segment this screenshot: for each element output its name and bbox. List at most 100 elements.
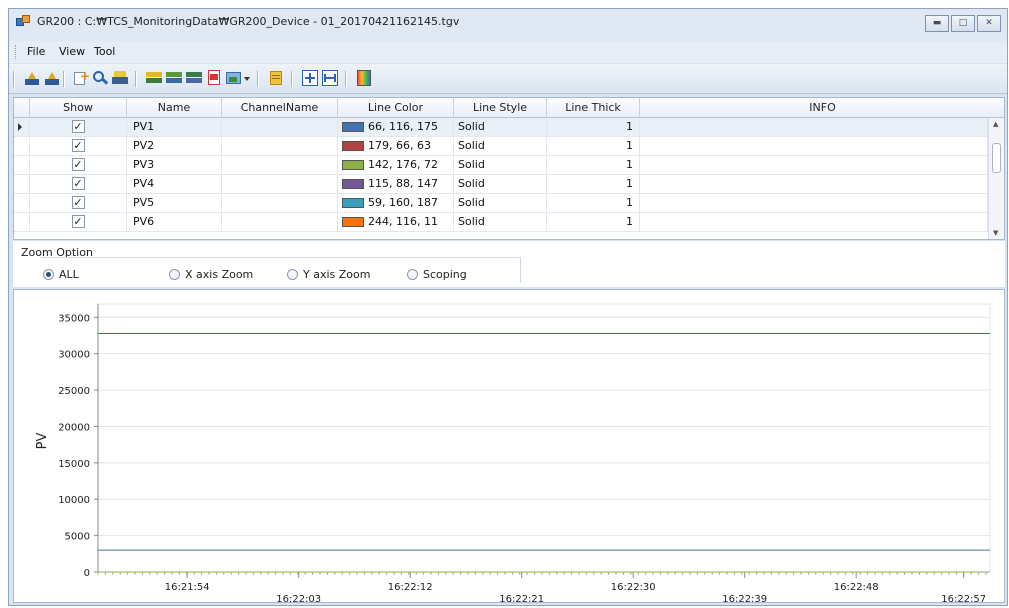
table-row[interactable]: ✓ PV5 59, 160, 187 Solid 1 [14,194,988,213]
row-indicator[interactable] [14,194,30,213]
cell-name[interactable]: PV1 [127,118,222,137]
cell-name[interactable]: PV3 [127,156,222,175]
cell-line-style[interactable]: Solid [454,194,547,213]
cell-name[interactable]: PV4 [127,175,222,194]
image-dropdown-icon[interactable] [225,69,251,87]
cell-line-color[interactable]: 115, 88, 147 [338,175,454,194]
print-icon[interactable] [111,69,129,87]
add-icon[interactable]: + [71,69,90,87]
cell-line-color[interactable]: 179, 66, 63 [338,137,454,156]
cell-line-thick[interactable]: 1 [547,213,640,232]
scroll-down-icon[interactable]: ▼ [993,229,998,237]
list-icon[interactable] [267,69,285,87]
row-indicator[interactable] [14,175,30,194]
close-button[interactable]: ✕ [977,15,1001,32]
menu-view[interactable]: View [59,45,85,58]
show-checkbox[interactable]: ✓ [71,158,85,171]
channel-set-icon[interactable] [145,69,163,87]
show-checkbox[interactable]: ✓ [71,215,85,228]
cell-line-style[interactable]: Solid [454,213,547,232]
cell-line-thick[interactable]: 1 [547,156,640,175]
row-indicator[interactable] [14,137,30,156]
channel-export-icon[interactable] [165,69,183,87]
minimize-button[interactable]: ▬ [925,15,949,32]
column-header-line-style[interactable]: Line Style [454,98,547,118]
cell-channelname[interactable] [222,118,338,137]
cell-info[interactable] [640,194,988,213]
color-palette-icon[interactable] [355,69,373,87]
channel-import-icon[interactable] [185,69,203,87]
radio-x-axis-zoom[interactable]: X axis Zoom [169,268,253,282]
radio-y-dot[interactable] [287,269,298,280]
radio-scoping-dot[interactable] [407,269,418,280]
pdf-icon[interactable] [205,69,223,87]
table-row[interactable]: ✓ PV6 244, 116, 11 Solid 1 [14,213,988,232]
cell-info[interactable] [640,175,988,194]
show-checkbox[interactable]: ✓ [71,196,85,209]
cell-info[interactable] [640,118,988,137]
cell-line-thick[interactable]: 1 [547,175,640,194]
cell-info[interactable] [640,137,988,156]
grid-scrollbar[interactable]: ▲ ▼ [988,118,1004,239]
row-indicator[interactable] [14,118,30,137]
scroll-up-icon[interactable]: ▲ [993,120,998,128]
cell-info[interactable] [640,213,988,232]
column-header-line-thick[interactable]: Line Thick [547,98,640,118]
horizontal-fit-icon[interactable] [321,69,339,87]
cell-channelname[interactable] [222,194,338,213]
cell-show[interactable]: ✓ [30,194,127,213]
cell-line-style[interactable]: Solid [454,137,547,156]
column-header-channelname[interactable]: ChannelName [222,98,338,118]
menu-tool[interactable]: Tool [94,45,115,58]
column-header-info[interactable]: INFO [640,98,1004,118]
maximize-button[interactable]: □ [951,15,975,32]
menu-file[interactable]: File [27,45,45,58]
show-checkbox[interactable]: ✓ [71,177,85,190]
cell-show[interactable]: ✓ [30,175,127,194]
cell-line-thick[interactable]: 1 [547,137,640,156]
cell-line-thick[interactable]: 1 [547,194,640,213]
cell-show[interactable]: ✓ [30,118,127,137]
cell-line-color[interactable]: 59, 160, 187 [338,194,454,213]
table-row[interactable]: ✓ PV2 179, 66, 63 Solid 1 [14,137,988,156]
search-icon[interactable] [91,69,109,87]
cell-name[interactable]: PV5 [127,194,222,213]
cell-line-style[interactable]: Solid [454,175,547,194]
radio-x-dot[interactable] [169,269,180,280]
cell-info[interactable] [640,156,988,175]
radio-all-dot[interactable] [43,269,54,280]
open-icon[interactable] [23,69,41,87]
show-checkbox[interactable]: ✓ [71,139,85,152]
cell-channelname[interactable] [222,156,338,175]
radio-y-axis-zoom[interactable]: Y axis Zoom [287,268,370,282]
open-m-icon[interactable] [43,69,61,87]
radio-all[interactable]: ALL [43,268,79,282]
zoom-fit-icon[interactable] [301,69,319,87]
cell-line-color[interactable]: 244, 116, 11 [338,213,454,232]
cell-line-style[interactable]: Solid [454,118,547,137]
show-checkbox[interactable]: ✓ [71,120,85,133]
cell-channelname[interactable] [222,213,338,232]
table-row[interactable]: ✓ PV1 66, 116, 175 Solid 1 [14,118,988,137]
row-indicator[interactable] [14,156,30,175]
chart-area[interactable]: 0 5000 10000 15000 20000 25000 30000 35000 16:21… [13,289,1005,603]
column-header-line-color[interactable]: Line Color [338,98,454,118]
cell-show[interactable]: ✓ [30,137,127,156]
table-row[interactable]: ✓ PV3 142, 176, 72 Solid 1 [14,156,988,175]
cell-show[interactable]: ✓ [30,156,127,175]
table-row[interactable]: ✓ PV4 115, 88, 147 Solid 1 [14,175,988,194]
radio-scoping[interactable]: Scoping [407,268,467,282]
cell-name[interactable]: PV6 [127,213,222,232]
pv-chart[interactable]: 0 5000 10000 15000 20000 25000 30000 35000 16:21… [14,290,1004,602]
cell-show[interactable]: ✓ [30,213,127,232]
column-header-name[interactable]: Name [127,98,222,118]
row-indicator[interactable] [14,213,30,232]
cell-line-thick[interactable]: 1 [547,118,640,137]
cell-channelname[interactable] [222,175,338,194]
cell-name[interactable]: PV2 [127,137,222,156]
cell-channelname[interactable] [222,137,338,156]
cell-line-color[interactable]: 66, 116, 175 [338,118,454,137]
cell-line-style[interactable]: Solid [454,156,547,175]
column-header-show[interactable]: Show [30,98,127,118]
cell-line-color[interactable]: 142, 176, 72 [338,156,454,175]
